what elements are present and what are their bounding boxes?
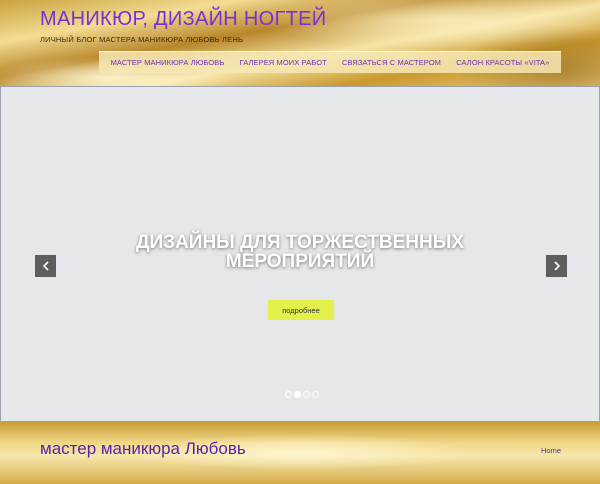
nav-item-master[interactable]: МАСТЕР МАНИКЮРА ЛЮБОВЬ xyxy=(111,58,225,67)
chevron-right-icon xyxy=(553,261,560,271)
slider-next-button[interactable] xyxy=(546,255,567,277)
page-title-band: мастер маникюра Любовь Home xyxy=(0,422,600,484)
slide-title-line-2: МЕРОПРИЯТИЙ xyxy=(225,251,375,272)
slide-title: ДИЗАЙНЫ ДЛЯ ТОРЖЕСТВЕННЫХ МЕРОПРИЯТИЙ xyxy=(1,233,599,271)
chevron-left-icon xyxy=(42,261,49,271)
site-header: МАНИКЮР, ДИЗАЙН НОГТЕЙ ЛИЧНЫЙ БЛОГ МАСТЕ… xyxy=(0,0,600,86)
slider-dot-4[interactable] xyxy=(312,391,319,398)
nav-item-contact[interactable]: СВЯЗАТЬСЯ С МАСТЕРОМ xyxy=(342,58,441,67)
breadcrumb-home-link[interactable]: Home xyxy=(541,446,561,455)
slider-dot-2[interactable] xyxy=(294,391,301,398)
more-button[interactable]: подробнее xyxy=(268,300,334,320)
main-nav: МАСТЕР МАНИКЮРА ЛЮБОВЬ ГАЛЕРЕЯ МОИХ РАБО… xyxy=(99,51,561,73)
page-heading: мастер маникюра Любовь xyxy=(40,439,246,458)
site-title[interactable]: МАНИКЮР, ДИЗАЙН НОГТЕЙ xyxy=(40,8,326,31)
slider-indicators xyxy=(285,391,319,398)
slider-dot-3[interactable] xyxy=(303,391,310,398)
slide-title-line-1: ДИЗАЙНЫ ДЛЯ ТОРЖЕСТВЕННЫХ xyxy=(135,232,465,253)
nav-item-salon[interactable]: САЛОН КРАСОТЫ «VITA» xyxy=(456,58,549,67)
site-tagline: ЛИЧНЫЙ БЛОГ МАСТЕРА МАНИКЮРА ЛЮБОВЬ ЛЕНЬ xyxy=(40,35,244,44)
nav-item-gallery[interactable]: ГАЛЕРЕЯ МОИХ РАБОТ xyxy=(240,58,327,67)
hero-slider: ДИЗАЙНЫ ДЛЯ ТОРЖЕСТВЕННЫХ МЕРОПРИЯТИЙ по… xyxy=(0,86,600,422)
slider-prev-button[interactable] xyxy=(35,255,56,277)
slider-dot-1[interactable] xyxy=(285,391,292,398)
